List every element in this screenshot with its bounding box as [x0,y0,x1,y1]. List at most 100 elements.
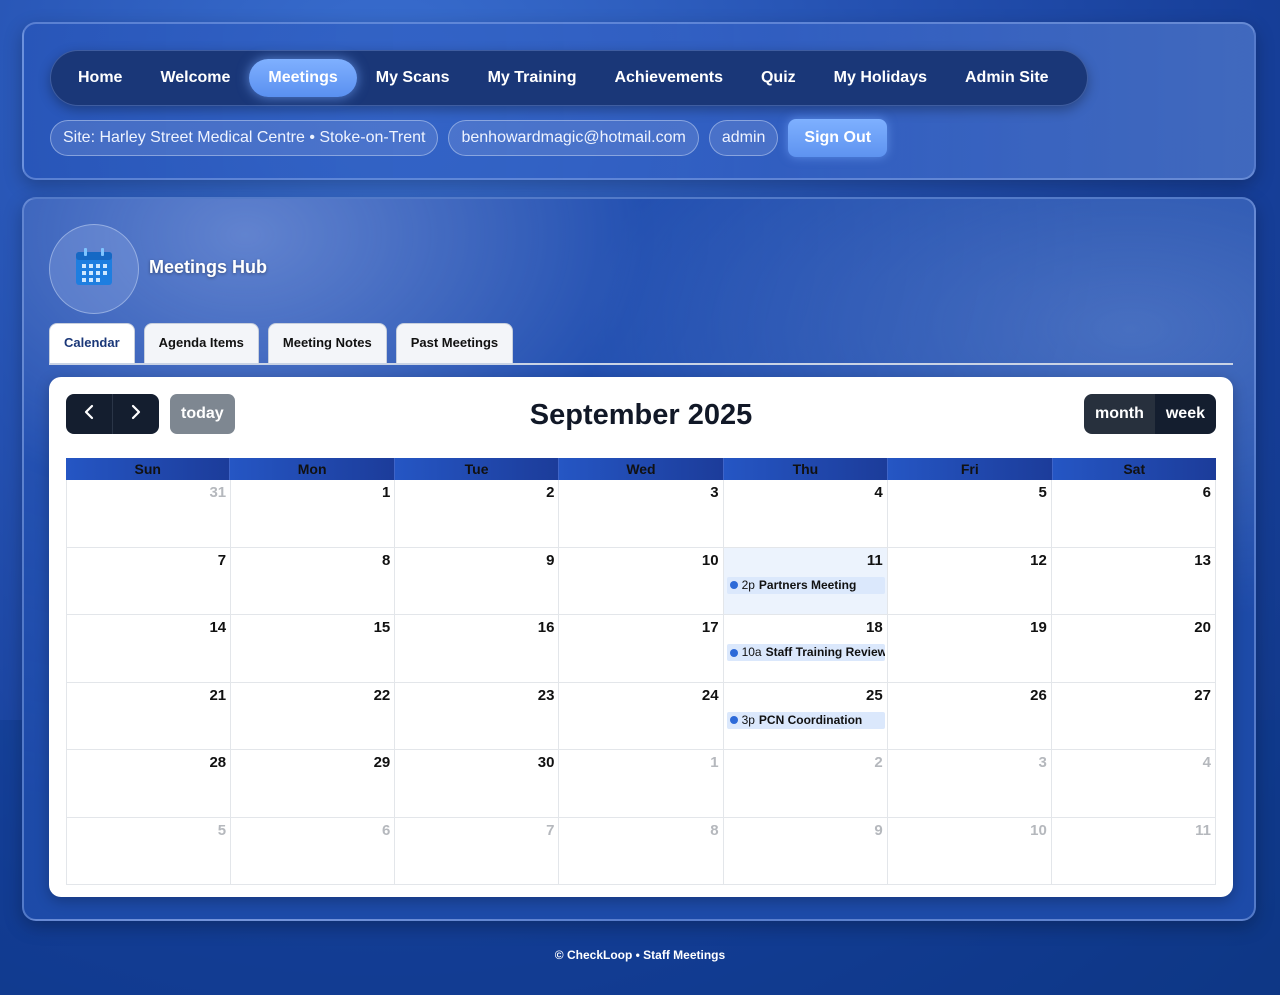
day-cell[interactable]: 16 [395,615,560,682]
day-number[interactable]: 1 [382,484,390,501]
day-number[interactable]: 1 [710,754,718,771]
day-cell[interactable]: 24 [559,682,724,749]
day-cell[interactable]: 7 [67,547,232,614]
calendar-event[interactable]: 3p PCN Coordination [726,711,885,729]
day-cell[interactable]: 8 [231,547,396,614]
day-cell[interactable]: 8 [559,817,724,884]
day-cell[interactable]: 18 10a Staff Training Review [724,615,888,682]
day-cell[interactable]: 1 [231,480,396,547]
day-cell[interactable]: 30 [395,750,560,817]
day-cell[interactable]: 25 3p PCN Coordination [724,682,888,749]
nav-admin-site[interactable]: Admin Site [946,59,1068,97]
day-number[interactable]: 31 [209,484,226,501]
day-number[interactable]: 3 [710,484,718,501]
day-number[interactable]: 27 [1194,687,1211,704]
day-number[interactable]: 23 [538,687,555,704]
day-cell[interactable]: 14 [67,615,232,682]
day-number[interactable]: 11 [867,552,883,569]
day-number[interactable]: 4 [874,484,882,501]
day-number[interactable]: 8 [710,822,718,839]
day-cell[interactable]: 4 [724,480,888,547]
day-number[interactable]: 14 [209,619,226,636]
day-number[interactable]: 7 [546,822,554,839]
tab-meeting-notes[interactable]: Meeting Notes [267,323,387,363]
day-cell[interactable]: 13 [1052,548,1215,615]
day-cell[interactable]: 4 [1052,750,1215,817]
day-number[interactable]: 20 [1194,619,1211,636]
day-number[interactable]: 6 [382,822,390,839]
nav-home[interactable]: Home [59,59,141,97]
day-number[interactable]: 10 [1030,822,1047,839]
day-number[interactable]: 2 [546,484,554,501]
day-number[interactable]: 21 [209,687,226,704]
view-month-button[interactable]: month [1083,394,1155,434]
day-cell[interactable]: 17 [559,615,724,682]
day-number[interactable]: 6 [1203,484,1211,501]
day-number[interactable]: 16 [538,619,555,636]
day-cell[interactable]: 28 [67,750,232,817]
tab-past-meetings[interactable]: Past Meetings [395,323,514,363]
calendar-event[interactable]: 10a Staff Training Review [726,644,885,661]
day-cell[interactable]: 1 [559,750,724,817]
day-number[interactable]: 5 [218,822,226,839]
day-number[interactable]: 30 [538,754,555,771]
day-number[interactable]: 19 [1030,619,1047,636]
day-cell[interactable]: 31 [67,480,232,547]
day-cell[interactable]: 19 [888,615,1052,682]
day-number[interactable]: 12 [1030,552,1047,569]
sign-out-button[interactable]: Sign Out [788,119,888,157]
day-number[interactable]: 29 [374,754,391,771]
day-cell[interactable]: 10 [559,547,724,614]
nav-my-scans[interactable]: My Scans [357,59,469,97]
view-week-button[interactable]: week [1154,394,1216,434]
day-cell[interactable]: 3 [559,480,724,547]
day-cell[interactable]: 21 [67,682,232,749]
day-cell[interactable]: 3 [888,750,1052,817]
nav-my-training[interactable]: My Training [469,59,596,97]
day-number[interactable]: 5 [1039,484,1047,501]
nav-meetings[interactable]: Meetings [249,59,357,97]
day-number[interactable]: 26 [1030,687,1047,704]
day-cell[interactable]: 15 [231,615,396,682]
calendar-event[interactable]: 2p Partners Meeting [726,576,885,594]
day-number[interactable]: 9 [546,552,554,569]
day-number[interactable]: 10 [702,552,719,569]
day-cell[interactable]: 27 [1052,683,1215,750]
day-cell[interactable]: 12 [888,547,1052,614]
day-cell[interactable]: 7 [395,817,560,884]
nav-my-holidays[interactable]: My Holidays [815,59,946,97]
day-cell[interactable]: 10 [888,817,1052,884]
nav-achievements[interactable]: Achievements [595,59,742,97]
day-number[interactable]: 24 [702,687,719,704]
day-number[interactable]: 8 [382,552,390,569]
day-number[interactable]: 22 [374,687,391,704]
day-number[interactable]: 15 [374,619,391,636]
day-number[interactable]: 28 [209,754,226,771]
day-number[interactable]: 2 [874,754,882,771]
day-cell[interactable]: 29 [231,750,396,817]
day-cell[interactable]: 26 [888,682,1052,749]
day-number[interactable]: 4 [1203,754,1211,771]
day-cell[interactable]: 5 [888,480,1052,547]
day-cell[interactable]: 2 [395,480,560,547]
tab-agenda-items[interactable]: Agenda Items [143,323,259,363]
day-cell[interactable]: 22 [231,682,396,749]
day-number[interactable]: 13 [1194,552,1211,569]
day-cell[interactable]: 2 [724,750,888,817]
day-cell[interactable]: 5 [67,817,232,884]
tab-calendar[interactable]: Calendar [49,323,135,364]
day-cell[interactable]: 9 [395,547,560,614]
day-number[interactable]: 25 [866,687,883,704]
day-number[interactable]: 18 [866,619,883,636]
nav-quiz[interactable]: Quiz [742,59,815,97]
day-number[interactable]: 7 [218,552,226,569]
day-cell[interactable]: 9 [724,817,888,884]
day-number[interactable]: 17 [702,619,719,636]
day-cell[interactable]: 6 [1052,480,1215,547]
day-cell[interactable]: 20 [1052,615,1215,682]
day-cell[interactable]: 6 [231,817,396,884]
day-number[interactable]: 3 [1039,754,1047,771]
day-cell[interactable]: 11 [1052,818,1215,885]
day-cell[interactable]: 11 2p Partners Meeting [723,547,888,614]
nav-welcome[interactable]: Welcome [141,59,249,97]
